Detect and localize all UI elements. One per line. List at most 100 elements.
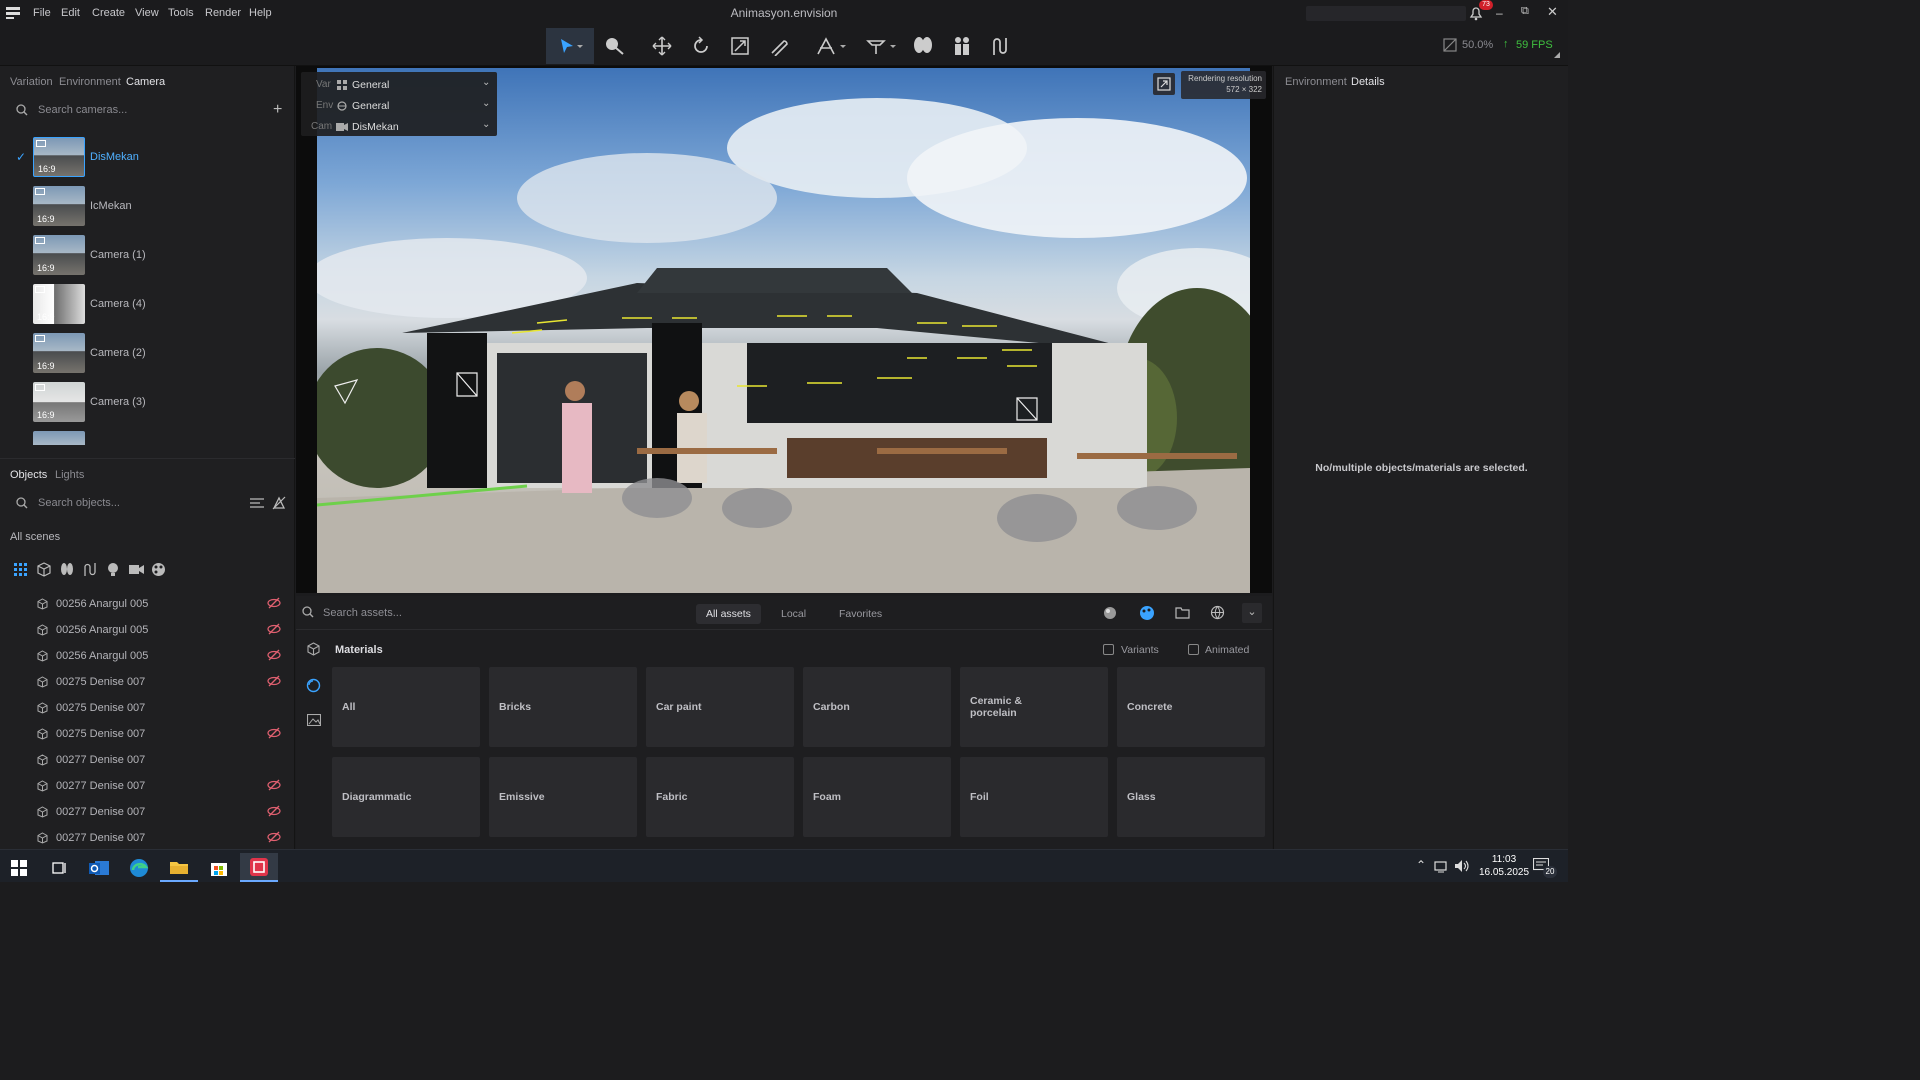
- hidden-eye-icon[interactable]: [267, 831, 281, 843]
- measure-tool-button[interactable]: [760, 28, 798, 64]
- object-row[interactable]: 00275 Denise 007: [0, 695, 295, 721]
- light-filter-icon[interactable]: [106, 562, 120, 580]
- start-windows-icon[interactable]: [0, 853, 38, 882]
- fullscreen-button[interactable]: [1153, 73, 1175, 95]
- edge-icon[interactable]: [120, 853, 158, 882]
- camera-dropdown[interactable]: Cam DisMekan ⌄: [301, 117, 497, 137]
- folder-icon[interactable]: [1175, 606, 1190, 622]
- category-tile[interactable]: Emissive: [489, 757, 637, 837]
- category-tile[interactable]: Carbon: [803, 667, 951, 747]
- trees-tool-button[interactable]: [904, 28, 942, 64]
- camera-item[interactable]: 16:9 Camera (1): [0, 235, 295, 279]
- restore-icon[interactable]: ⧉: [1521, 5, 1529, 18]
- hidden-eye-icon[interactable]: [267, 805, 281, 817]
- path-tool-button[interactable]: [982, 28, 1020, 64]
- category-tile[interactable]: Foil: [960, 757, 1108, 837]
- chevron-down-icon[interactable]: ⌄: [1242, 603, 1262, 623]
- grid-filter-icon[interactable]: [14, 563, 28, 580]
- tab-camera[interactable]: Camera: [126, 76, 165, 88]
- asset-search-input[interactable]: Search assets...: [323, 607, 402, 619]
- category-tile[interactable]: Glass: [1117, 757, 1265, 837]
- variants-checkbox[interactable]: [1103, 643, 1114, 655]
- tab-details[interactable]: Details: [1351, 76, 1385, 88]
- object-row[interactable]: 00277 Denise 007: [0, 825, 295, 849]
- camera-item[interactable]: 16:9 Camera (2): [0, 333, 295, 377]
- category-tile[interactable]: Concrete: [1117, 667, 1265, 747]
- object-row[interactable]: 00275 Denise 007: [0, 669, 295, 695]
- tab-environment[interactable]: Environment: [59, 76, 121, 88]
- camera-filter-icon[interactable]: [129, 563, 144, 579]
- menu-create[interactable]: Create: [92, 7, 125, 19]
- tray-chevron-up-icon[interactable]: ⌃: [1416, 858, 1426, 872]
- menu-tools[interactable]: Tools: [168, 7, 194, 19]
- object-row[interactable]: 00277 Denise 007: [0, 773, 295, 799]
- camera-search-input[interactable]: Search cameras...: [38, 104, 127, 116]
- people-tool-button[interactable]: [943, 28, 981, 64]
- object-row[interactable]: 00275 Denise 007: [0, 721, 295, 747]
- minimize-icon[interactable]: –: [1496, 6, 1503, 20]
- menu-help[interactable]: Help: [249, 7, 272, 19]
- category-tile[interactable]: Ceramic & porcelain: [960, 667, 1108, 747]
- object-search-input[interactable]: Search objects...: [38, 497, 120, 509]
- filter-all-assets[interactable]: All assets: [696, 604, 761, 624]
- tab-objects[interactable]: Objects: [10, 469, 47, 481]
- animated-checkbox[interactable]: [1188, 643, 1199, 655]
- materials-category-icon[interactable]: [306, 678, 321, 696]
- category-tile[interactable]: Car paint: [646, 667, 794, 747]
- resize-corner-icon[interactable]: [1554, 52, 1560, 58]
- file-explorer-icon[interactable]: [160, 853, 198, 882]
- images-category-icon[interactable]: [306, 713, 322, 729]
- filter-favorites[interactable]: Favorites: [829, 604, 892, 624]
- render-view[interactable]: [317, 68, 1250, 593]
- volume-icon[interactable]: [1454, 859, 1470, 876]
- category-tile[interactable]: All: [332, 667, 480, 747]
- sphere-icon[interactable]: [1103, 606, 1117, 623]
- variation-dropdown[interactable]: Var General ⌄: [301, 75, 497, 95]
- hidden-eye-icon[interactable]: [267, 727, 281, 739]
- scene-render-image[interactable]: [317, 68, 1250, 593]
- object-row[interactable]: 00277 Denise 007: [0, 747, 295, 773]
- object-search[interactable]: Search objects...: [10, 492, 240, 514]
- scale-tool-button[interactable]: [721, 28, 759, 64]
- hidden-eye-icon[interactable]: [267, 779, 281, 791]
- snap-tool-button[interactable]: [810, 28, 854, 64]
- place-tool-button[interactable]: [860, 28, 904, 64]
- viewport[interactable]: Var General ⌄ Env General ⌄ Cam DisMekan…: [296, 66, 1272, 593]
- filter-icon[interactable]: [250, 497, 264, 512]
- tab-environment-right[interactable]: Environment: [1285, 76, 1347, 88]
- select-tool-button[interactable]: [546, 28, 594, 64]
- hidden-eye-icon[interactable]: [267, 649, 281, 661]
- object-row[interactable]: 00256 Anargul 005: [0, 617, 295, 643]
- app-logo-icon[interactable]: [6, 7, 20, 22]
- hidden-eye-icon[interactable]: [267, 623, 281, 635]
- camera-search[interactable]: Search cameras...: [10, 99, 290, 121]
- cube-filter-icon[interactable]: [37, 562, 51, 580]
- hidden-eye-icon[interactable]: [267, 597, 281, 609]
- camera-item[interactable]: 16:9 IcMekan: [0, 186, 295, 230]
- menu-file[interactable]: File: [33, 7, 51, 19]
- filter-local[interactable]: Local: [771, 604, 816, 624]
- tab-variation[interactable]: Variation: [10, 76, 53, 88]
- store-icon[interactable]: [200, 853, 238, 882]
- hidden-eye-icon[interactable]: [267, 675, 281, 687]
- enscape-app-icon[interactable]: [240, 853, 278, 882]
- network-icon[interactable]: [1434, 859, 1450, 876]
- category-tile[interactable]: Diagrammatic: [332, 757, 480, 837]
- object-row[interactable]: 00277 Denise 007: [0, 799, 295, 825]
- object-row[interactable]: 00256 Anargul 005: [0, 591, 295, 617]
- paint-tool-button[interactable]: [596, 28, 634, 64]
- camera-item[interactable]: 16:9 Camera (3): [0, 382, 295, 426]
- vegetation-filter-icon[interactable]: [60, 562, 74, 580]
- move-tool-button[interactable]: [643, 28, 681, 64]
- environment-dropdown[interactable]: Env General ⌄: [301, 96, 497, 116]
- camera-item[interactable]: ✓ 16:9 DisMekan: [0, 137, 295, 181]
- category-tile[interactable]: Fabric: [646, 757, 794, 837]
- material-palette-icon[interactable]: [1139, 605, 1155, 624]
- clock[interactable]: 11:03 16.05.2025: [1478, 853, 1530, 879]
- globe-icon[interactable]: [1210, 605, 1225, 623]
- task-view-icon[interactable]: [40, 853, 78, 882]
- visibility-filter-icon[interactable]: [272, 496, 286, 513]
- models-category-icon[interactable]: [307, 642, 320, 659]
- tab-lights[interactable]: Lights: [55, 469, 84, 481]
- camera-item[interactable]: 16:9 Camera (4): [0, 284, 295, 328]
